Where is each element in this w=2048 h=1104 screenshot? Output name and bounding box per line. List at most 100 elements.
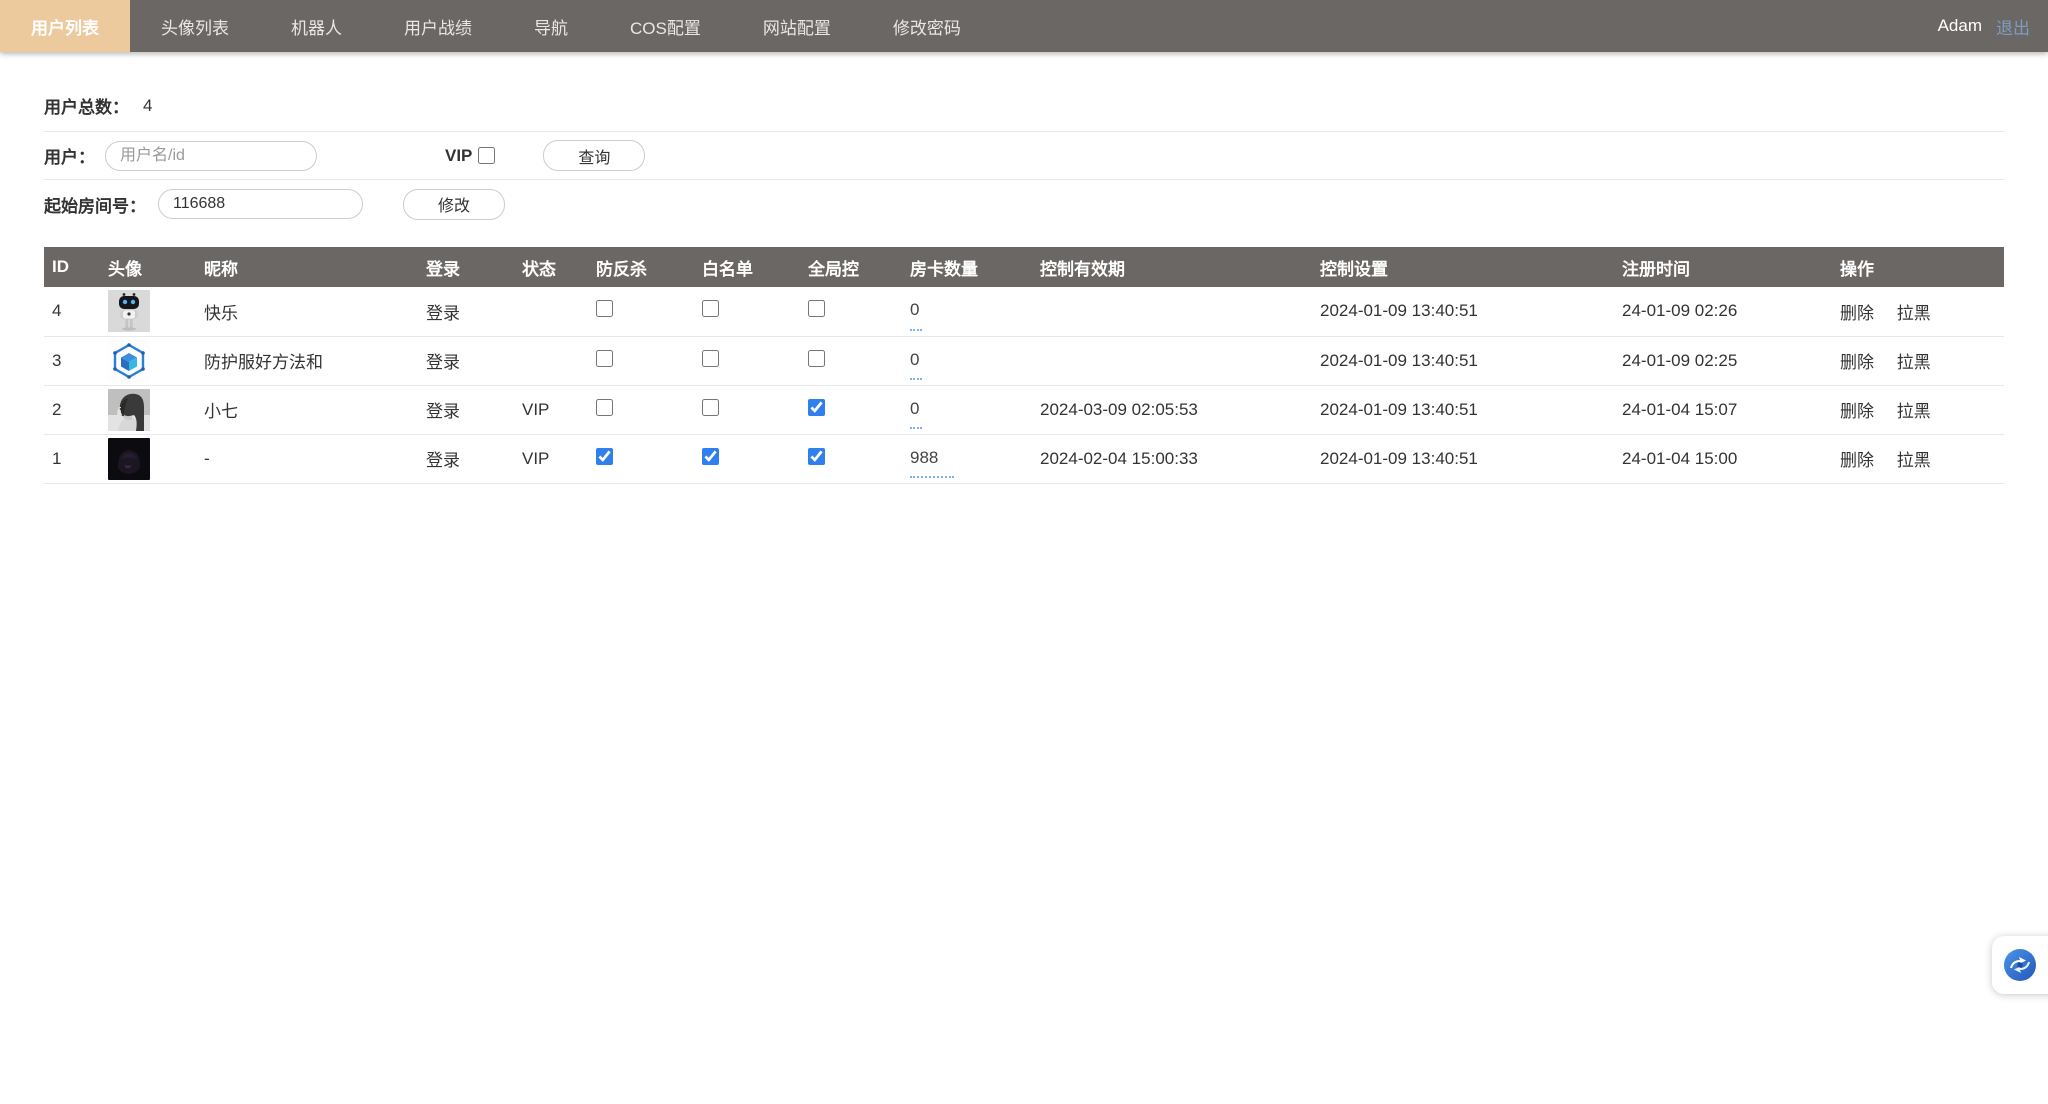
col-id: ID	[44, 247, 100, 287]
room-cards-edit[interactable]	[910, 427, 922, 429]
col-control-setting: 控制设置	[1312, 247, 1614, 287]
tab-robots[interactable]: 机器人	[260, 0, 373, 52]
cell-nickname: 防护服好方法和	[196, 336, 418, 385]
delete-link[interactable]: 删除	[1840, 353, 1874, 372]
tab-user-list[interactable]: 用户列表	[0, 0, 130, 52]
whitelist-checkbox[interactable]	[702, 350, 719, 367]
room-cards-value: 0	[910, 291, 919, 320]
cell-nickname: -	[196, 434, 418, 483]
anti-kill-checkbox[interactable]	[596, 300, 613, 317]
cell-status	[514, 287, 588, 336]
user-total-label: 用户总数：	[44, 93, 129, 118]
girl-portrait-avatar	[108, 389, 150, 431]
table-row: 3 防护服好方法和 登录	[44, 336, 2004, 385]
cell-status	[514, 336, 588, 385]
login-link[interactable]: 登录	[426, 304, 460, 323]
blacklist-link[interactable]: 拉黑	[1897, 304, 1931, 323]
tab-user-records[interactable]: 用户战绩	[373, 0, 503, 52]
tab-site-config[interactable]: 网站配置	[732, 0, 862, 52]
room-cards-value: 0	[910, 390, 919, 419]
whitelist-checkbox[interactable]	[702, 448, 719, 465]
col-anti-kill: 防反杀	[588, 247, 694, 287]
room-cards-value: 988	[910, 439, 938, 468]
cell-register-time: 24-01-09 02:26	[1614, 287, 1832, 336]
robot-avatar	[108, 290, 150, 332]
delete-link[interactable]: 删除	[1840, 304, 1874, 323]
tab-avatar-list[interactable]: 头像列表	[130, 0, 260, 52]
dark-anime-avatar	[108, 438, 150, 480]
cell-control-expiry	[1032, 336, 1312, 385]
room-cards-edit[interactable]	[910, 329, 922, 331]
col-control-expiry: 控制有效期	[1032, 247, 1312, 287]
col-nickname: 昵称	[196, 247, 418, 287]
anti-kill-checkbox[interactable]	[596, 448, 613, 465]
cell-status: VIP	[514, 385, 588, 434]
cell-nickname: 小七	[196, 385, 418, 434]
blue-swirl-extension-icon	[2002, 947, 2038, 983]
user-search-input[interactable]	[105, 141, 317, 171]
blacklist-link[interactable]: 拉黑	[1897, 451, 1931, 470]
logged-in-username: Adam	[1938, 16, 1982, 36]
modify-button[interactable]: 修改	[403, 189, 505, 220]
vip-filter-label: VIP	[445, 146, 472, 166]
top-nav-bar: 用户列表 头像列表 机器人 用户战绩 导航 COS配置 网站配置 修改密码 Ad…	[0, 0, 2048, 52]
cell-control-setting: 2024-01-09 13:40:51	[1312, 385, 1614, 434]
col-status: 状态	[514, 247, 588, 287]
blacklist-link[interactable]: 拉黑	[1897, 353, 1931, 372]
col-login: 登录	[418, 247, 514, 287]
user-search-label: 用户：	[44, 143, 95, 168]
user-total-value: 4	[143, 96, 152, 116]
main-content: 用户总数： 4 用户： VIP 查询 起始房间号： 修改 ID 头像 昵称 登录	[0, 80, 2048, 484]
delete-link[interactable]: 删除	[1840, 402, 1874, 421]
table-header-row: ID 头像 昵称 登录 状态 防反杀 白名单 全局控 房卡数量 控制有效期 控制…	[44, 247, 2004, 287]
anti-kill-checkbox[interactable]	[596, 399, 613, 416]
table-row: 2 小七 登录 VIP	[44, 385, 2004, 434]
table-row: 4 快乐	[44, 287, 2004, 336]
cell-register-time: 24-01-09 02:25	[1614, 336, 1832, 385]
start-room-row: 起始房间号： 修改	[44, 180, 2004, 228]
cell-control-setting: 2024-01-09 13:40:51	[1312, 336, 1614, 385]
col-room-cards: 房卡数量	[902, 247, 1032, 287]
cell-id: 1	[44, 434, 100, 483]
global-control-checkbox[interactable]	[808, 300, 825, 317]
tab-change-password[interactable]: 修改密码	[862, 0, 992, 52]
room-cards-edit[interactable]	[910, 476, 954, 478]
tab-navigation[interactable]: 导航	[503, 0, 599, 52]
search-button[interactable]: 查询	[543, 140, 645, 171]
vip-filter-checkbox[interactable]	[478, 147, 495, 164]
hexagon-logo-avatar	[108, 340, 150, 382]
delete-link[interactable]: 删除	[1840, 451, 1874, 470]
tab-cos-config[interactable]: COS配置	[599, 0, 732, 52]
col-avatar: 头像	[100, 247, 196, 287]
cell-control-expiry	[1032, 287, 1312, 336]
start-room-input[interactable]	[158, 189, 363, 219]
cell-control-expiry: 2024-02-04 15:00:33	[1032, 434, 1312, 483]
login-link[interactable]: 登录	[426, 402, 460, 421]
table-row: 1 - 登录 VIP 988 2024-02-04 15:00:33	[44, 434, 2004, 483]
room-cards-edit[interactable]	[910, 378, 922, 380]
global-control-checkbox[interactable]	[808, 350, 825, 367]
cell-status: VIP	[514, 434, 588, 483]
global-control-checkbox[interactable]	[808, 448, 825, 465]
col-whitelist: 白名单	[694, 247, 800, 287]
blacklist-link[interactable]: 拉黑	[1897, 402, 1931, 421]
nav-account-area: Adam 退出	[1938, 0, 2030, 52]
whitelist-checkbox[interactable]	[702, 399, 719, 416]
cell-register-time: 24-01-04 15:07	[1614, 385, 1832, 434]
floating-extension-widget[interactable]	[1992, 936, 2048, 994]
anti-kill-checkbox[interactable]	[596, 350, 613, 367]
cell-id: 3	[44, 336, 100, 385]
login-link[interactable]: 登录	[426, 451, 460, 470]
user-total-row: 用户总数： 4	[44, 80, 2004, 132]
logout-link[interactable]: 退出	[1996, 14, 2030, 39]
global-control-checkbox[interactable]	[808, 399, 825, 416]
cell-control-setting: 2024-01-09 13:40:51	[1312, 287, 1614, 336]
user-search-row: 用户： VIP 查询	[44, 132, 2004, 180]
col-register-time: 注册时间	[1614, 247, 1832, 287]
login-link[interactable]: 登录	[426, 353, 460, 372]
cell-control-setting: 2024-01-09 13:40:51	[1312, 434, 1614, 483]
col-actions: 操作	[1832, 247, 2004, 287]
cell-id: 2	[44, 385, 100, 434]
whitelist-checkbox[interactable]	[702, 300, 719, 317]
room-cards-value: 0	[910, 341, 919, 370]
